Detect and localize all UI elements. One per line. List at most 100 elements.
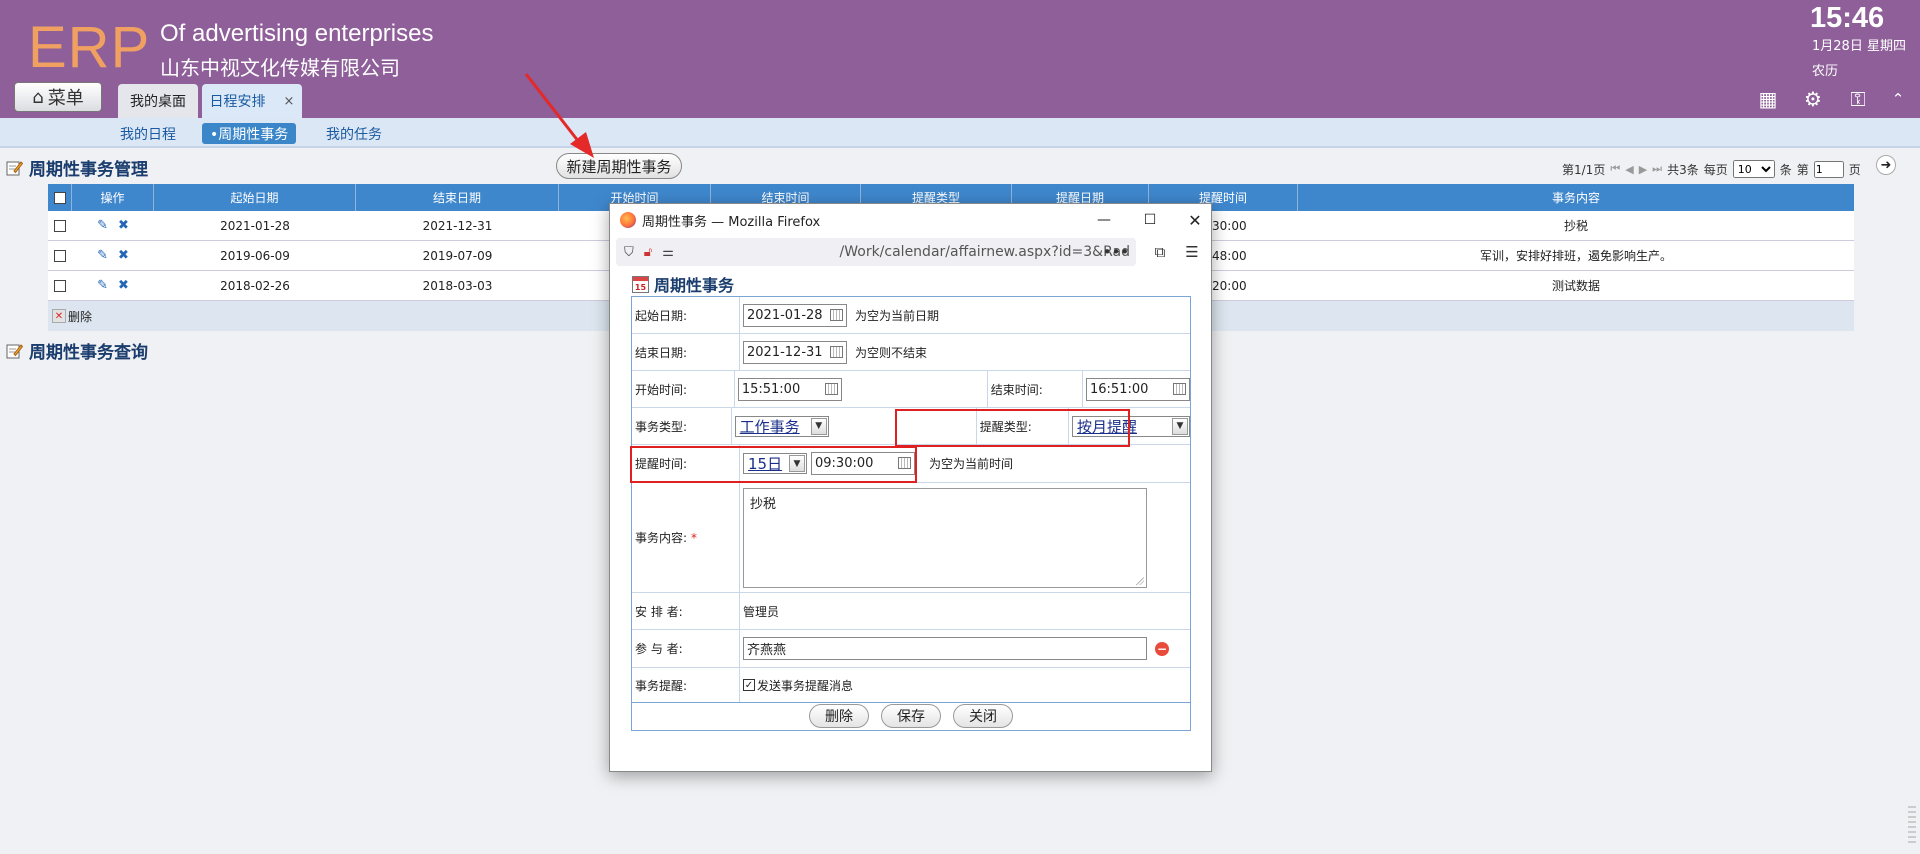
delete-button[interactable]: 删除 [809,703,869,728]
gear-icon[interactable]: ⚙ [1802,87,1824,111]
per-page-label: 每页 [1703,162,1728,177]
insecure-lock-icon: 🔓︎ [643,244,653,260]
cell-end-date: 2021-12-31 [422,218,493,233]
address-bar[interactable]: ⛉ 🔓︎ ⚌ /Work/calendar/affairnew.aspx?id=… [616,238,1136,266]
form-row-times: 开始时间: 15:51:00 结束时间: 16:51:00 [632,371,1190,408]
more-options-icon[interactable]: ••• [1103,242,1130,262]
last-page-icon[interactable]: ⏭ [1652,162,1662,176]
start-date-hint: 为空为当前日期 [855,308,940,323]
first-page-icon[interactable]: ⏮ [1610,162,1620,176]
chevron-down-icon[interactable]: ▼ [810,417,827,435]
time-picker-icon[interactable] [824,382,838,395]
edit-pencil-icon[interactable]: ✎ [97,248,108,263]
time-picker-icon[interactable] [1173,382,1186,395]
tab-my-desktop[interactable]: 我的桌面 [118,84,198,118]
form-row-end-date: 结束日期: 2021-12-31 为空则不结束 [632,334,1190,371]
form-row-notify: 事务提醒: ✓ 发送事务提醒消息 [632,668,1190,702]
affair-popup-window: 周期性事务 — Mozilla Firefox — ☐ ✕ ⛉ 🔓︎ ⚌ /Wo… [609,203,1212,772]
participant-input[interactable]: 齐燕燕 [743,637,1147,660]
save-button[interactable]: 保存 [881,703,941,728]
content-label-text: 事务内容: [635,531,688,545]
tab-schedule[interactable]: 日程安排 × [202,84,302,118]
form-row-participant: 参 与 者: 齐燕燕 − [632,630,1190,668]
subnav-periodic-affairs[interactable]: •周期性事务 [202,123,297,144]
end-time-input[interactable]: 16:51:00 [1086,377,1190,401]
date-picker-icon[interactable] [830,345,843,358]
end-time-label: 结束时间: [988,371,1083,407]
cell-start-date: 2021-01-28 [220,218,290,233]
calendar-icon: 15 [632,275,649,293]
goto-page-input[interactable] [1813,160,1844,178]
highlight-box-remind-type [895,409,1130,447]
manage-title-text: 周期性事务管理 [29,160,148,180]
popup-window-title: 周期性事务 — Mozilla Firefox [642,214,821,230]
delete-selected-button[interactable]: 删除 [68,308,92,325]
next-page-icon[interactable]: ▶ [1639,163,1647,176]
content-textarea[interactable]: 抄税 [743,487,1147,588]
cell-content: 军训，安排好排班，遏免影响生产。 [1479,249,1672,263]
popup-heading-text: 周期性事务 [654,276,735,295]
start-time-input[interactable]: 15:51:00 [737,377,842,401]
maximize-icon[interactable]: ☐ [1140,210,1160,230]
start-time-value: 15:51:00 [741,381,801,397]
chevron-down-icon[interactable]: ▼ [1172,417,1188,435]
extensions-icon[interactable]: ⧉ [1150,242,1170,262]
participant-label: 参 与 者: [632,630,740,667]
cell-content: 抄税 [1563,219,1588,233]
app-header: ERP Of advertising enterprises 山东中视文化传媒有… [0,0,1920,118]
notify-checkbox[interactable]: ✓ [743,679,755,691]
affair-type-value: 工作事务 [739,417,800,436]
close-tab-icon[interactable]: × [284,94,295,109]
tab-label: 我的桌面 [130,94,186,110]
total-count: 共3条 [1667,162,1699,177]
tab-label: 日程安排 [209,94,266,110]
remove-participant-icon[interactable]: − [1155,641,1169,656]
delete-x-icon[interactable]: ✖ [118,218,129,233]
select-all-cell [48,184,72,211]
subnav-my-tasks[interactable]: 我的任务 [318,123,390,144]
delete-x-icon[interactable]: ✖ [118,278,129,293]
clock-time: 15:46 [1810,2,1885,34]
date-picker-icon[interactable] [830,308,843,321]
brand-name-en: Of advertising enterprises [160,20,434,47]
edit-pencil-icon[interactable]: ✎ [97,278,108,293]
start-time-label: 开始时间: [632,371,735,407]
row-checkbox[interactable] [54,279,66,292]
form-row-start-date: 起始日期: 2021-01-28 为空为当前日期 [632,297,1190,334]
form-row-content: 事务内容: * 抄税 [632,483,1190,593]
query-section-title: 周期性事务查询 [6,338,148,363]
cell-end-date: 2019-07-09 [422,248,493,263]
content-label: 事务内容: * [632,483,740,592]
column-header: 起始日期 [154,184,356,211]
grid-add-icon[interactable]: ▦ [1757,87,1779,111]
subnav-my-schedule[interactable]: 我的日程 [112,123,184,144]
notify-label: 事务提醒: [632,668,740,702]
per-page-select[interactable]: 10 [1732,160,1775,178]
key-icon[interactable]: ⚿ [1847,87,1869,111]
goto-suffix: 页 [1848,162,1861,177]
close-button[interactable]: 关闭 [953,703,1013,728]
start-date-input[interactable]: 2021-01-28 [743,303,847,327]
collapse-icon[interactable]: ⌃ [1887,88,1909,110]
minimize-icon[interactable]: — [1094,210,1114,230]
menu-button[interactable]: ⌂ 菜单 [14,82,102,112]
delete-icon[interactable]: ✕ [52,309,66,323]
row-checkbox[interactable] [54,219,66,232]
affair-form: 起始日期: 2021-01-28 为空为当前日期 结束日期: 2021-12-3… [631,296,1191,703]
go-page-icon[interactable]: ➜ [1876,155,1896,175]
end-date-input[interactable]: 2021-12-31 [743,340,847,364]
row-checkbox[interactable] [54,249,66,262]
select-all-checkbox[interactable] [53,191,66,204]
manage-section-title: 周期性事务管理 [6,155,148,180]
affair-type-select[interactable]: 工作事务 ▼ [734,415,829,437]
goto-prefix: 第 [1796,162,1809,177]
prev-page-icon[interactable]: ◀ [1625,163,1633,176]
form-row-arranger: 安 排 者: 管理员 [632,593,1190,630]
column-header: 事务内容 [1551,191,1600,205]
delete-x-icon[interactable]: ✖ [118,248,129,263]
hamburger-menu-icon[interactable]: ☰ [1182,242,1202,262]
close-window-icon[interactable]: ✕ [1185,210,1205,230]
edit-pencil-icon[interactable]: ✎ [97,218,108,233]
page-resize-grip[interactable] [1908,806,1916,846]
annotation-arrow-icon [524,73,594,158]
